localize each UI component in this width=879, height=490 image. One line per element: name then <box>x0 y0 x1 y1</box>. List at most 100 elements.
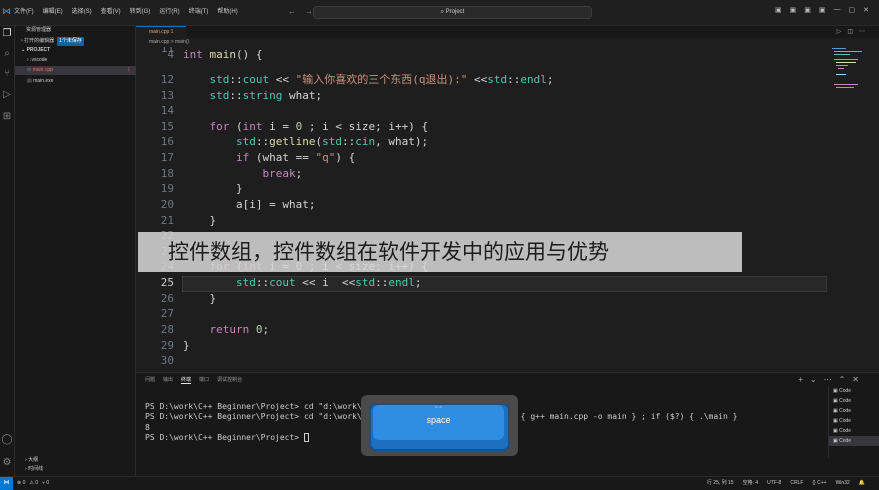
line-number: 30 <box>160 354 174 367</box>
status-cursor-position[interactable]: 行 25, 列 15 <box>707 477 734 490</box>
run-debug-icon[interactable]: ▷ <box>1 89 13 101</box>
tree-item-label: .vscode <box>30 57 48 63</box>
status-bar: ⋈ ⊗ 0 ⚠ 0 ⑂ 0 行 25, 列 15 空格: 4 UTF-8 CRL… <box>0 476 879 490</box>
line-number: 17 <box>160 151 174 164</box>
settings-gear-icon[interactable]: ⚙ <box>1 457 13 469</box>
minimap[interactable] <box>828 47 879 367</box>
line-number: 18 <box>160 167 174 180</box>
toggle-sidebar-icon[interactable]: ▣ <box>775 6 782 14</box>
minimize-button[interactable]: — <box>834 6 841 14</box>
menu-bar: 文件(F) 编辑(E) 选择(S) 查看(V) 转到(G) 运行(R) 终端(T… <box>14 6 238 15</box>
project-section[interactable]: ⌄ PROJECT <box>15 46 136 55</box>
line-number: 27 <box>160 307 174 320</box>
breadcrumb[interactable]: main.cpp > main() <box>136 38 189 47</box>
maximize-panel-icon[interactable]: ⌃ <box>839 375 846 384</box>
status-warnings[interactable]: ⚠ 0 <box>29 477 38 490</box>
status-indent[interactable]: 空格: 4 <box>743 477 759 490</box>
tab-main-cpp[interactable]: main.cpp 1 <box>136 26 186 38</box>
status-encoding[interactable]: UTF-8 <box>767 477 781 490</box>
maximize-button[interactable]: ▢ <box>849 6 856 14</box>
explorer-sidebar: 资源管理器 › 打开的编辑器 1个未保存 ⌄ PROJECT › .vscode … <box>15 26 136 476</box>
split-editor-icon[interactable]: ◫ <box>847 28 853 35</box>
notifications-bell-icon[interactable]: 🔔 <box>859 477 865 490</box>
terminal-instance[interactable]: ▣ Code <box>829 416 879 426</box>
terminal-instance[interactable]: ▣ Code <box>829 436 879 446</box>
terminal-instance-label: Code <box>839 428 852 434</box>
timeline-label: 时间线 <box>28 466 44 472</box>
more-actions-icon[interactable]: ⋯ <box>824 375 832 384</box>
code-line: } <box>183 339 190 352</box>
timeline-section[interactable]: › 时间线 <box>15 465 136 473</box>
code-line: } <box>183 292 217 305</box>
status-eol[interactable]: CRLF <box>790 477 803 490</box>
tree-item-vscode[interactable]: › .vscode <box>15 56 136 65</box>
search-icon[interactable]: ⌕ <box>1 48 13 60</box>
code-line: } <box>183 214 217 227</box>
tab-problems[interactable]: 问题 <box>145 376 155 384</box>
toggle-panel-icon[interactable]: ▣ <box>790 6 797 14</box>
editor-actions: ▷ ◫ ⋯ <box>837 28 865 35</box>
menu-selection[interactable]: 选择(S) <box>72 6 92 15</box>
terminal-instance[interactable]: ▣ Code <box>829 386 879 396</box>
outline-label: 大纲 <box>28 457 39 463</box>
menu-edit[interactable]: 编辑(E) <box>43 6 63 15</box>
menu-terminal[interactable]: 终端(T) <box>189 6 209 15</box>
source-control-icon[interactable]: ⑂ <box>1 68 13 80</box>
menu-help[interactable]: 帮助(H) <box>217 6 237 15</box>
menu-go[interactable]: 转到(G) <box>130 6 151 15</box>
close-button[interactable]: ✕ <box>863 6 869 14</box>
tab-label: main.cpp 1 <box>149 29 174 35</box>
tab-debug-console[interactable]: 调试控制台 <box>217 376 242 384</box>
more-actions-icon[interactable]: ⋯ <box>859 28 865 35</box>
line-number: 13 <box>160 89 174 102</box>
command-center-search[interactable]: ⌕ Project <box>313 6 592 19</box>
open-editors-section[interactable]: › 打开的编辑器 1个未保存 <box>15 37 136 46</box>
error-count: 1 <box>127 67 130 73</box>
panel-controls: + ⌄ ⋯ ⌃ ✕ <box>798 375 859 384</box>
line-number: 19 <box>160 182 174 195</box>
line-number: 14 <box>160 104 174 117</box>
tab-output[interactable]: 输出 <box>163 376 173 384</box>
line-number: 16 <box>160 135 174 148</box>
terminal-instance[interactable]: ▣ Code <box>829 396 879 406</box>
code-line: } <box>183 182 243 195</box>
code-line: std::getline(std::cin, what); <box>235 135 429 148</box>
keycap-face: ⌃⌃ space <box>373 405 504 440</box>
tab-ports[interactable]: 端口 <box>199 376 209 384</box>
tree-item-label: main.exe <box>33 78 54 84</box>
code-line: break; <box>262 167 303 180</box>
tree-item-label: main.cpp <box>32 67 53 73</box>
terminal-instance[interactable]: ▣ Code <box>829 426 879 436</box>
run-file-icon[interactable]: ▷ <box>837 28 842 35</box>
code-editor[interactable]: 11 4 int main() {12 std::cout << "输入你喜欢的三个… <box>136 47 828 367</box>
status-platform[interactable]: Win32 <box>836 477 850 490</box>
account-icon[interactable]: ◯ <box>1 434 13 446</box>
menu-run[interactable]: 运行(R) <box>159 6 179 15</box>
menu-view[interactable]: 查看(V) <box>101 6 121 15</box>
tree-item-main-cpp[interactable]: ⊙ main.cpp 1 <box>15 66 136 75</box>
explorer-icon[interactable]: ❐ <box>1 28 13 40</box>
close-panel-icon[interactable]: ✕ <box>852 375 859 384</box>
line-number: 20 <box>160 198 174 211</box>
extensions-icon[interactable]: ⊞ <box>1 111 13 123</box>
tree-item-main-exe[interactable]: ▤ main.exe <box>15 77 136 86</box>
layout-icon[interactable]: ▣ <box>819 6 826 14</box>
outline-section[interactable]: › 大纲 <box>15 456 136 464</box>
terminal-instance-label: Code <box>839 408 852 414</box>
dropdown-icon[interactable]: ⌄ <box>810 375 817 384</box>
status-errors[interactable]: ⊗ 0 <box>17 477 25 490</box>
back-arrow-icon[interactable]: ← <box>288 7 296 16</box>
tab-terminal[interactable]: 终端 <box>181 376 192 384</box>
remote-indicator-icon[interactable]: ⋈ <box>0 477 13 490</box>
toggle-secondary-icon[interactable]: ▣ <box>804 6 811 14</box>
forward-arrow-icon[interactable]: → <box>305 7 313 16</box>
status-language[interactable]: {} C++ <box>812 477 826 490</box>
terminal-instance[interactable]: ▣ Code <box>829 406 879 416</box>
status-ports[interactable]: ⑂ 0 <box>42 477 49 490</box>
new-terminal-icon[interactable]: + <box>798 375 803 384</box>
menu-file[interactable]: 文件(F) <box>14 6 34 15</box>
line-number: 15 <box>160 120 174 133</box>
nav-arrows: ← → <box>288 7 313 16</box>
title-bar: ⋈ 文件(F) 编辑(E) 选择(S) 查看(V) 转到(G) 运行(R) 终端… <box>0 0 879 26</box>
code-line: std::cout << "输入你喜欢的三个东西(q退出):" <<std::e… <box>209 73 554 86</box>
